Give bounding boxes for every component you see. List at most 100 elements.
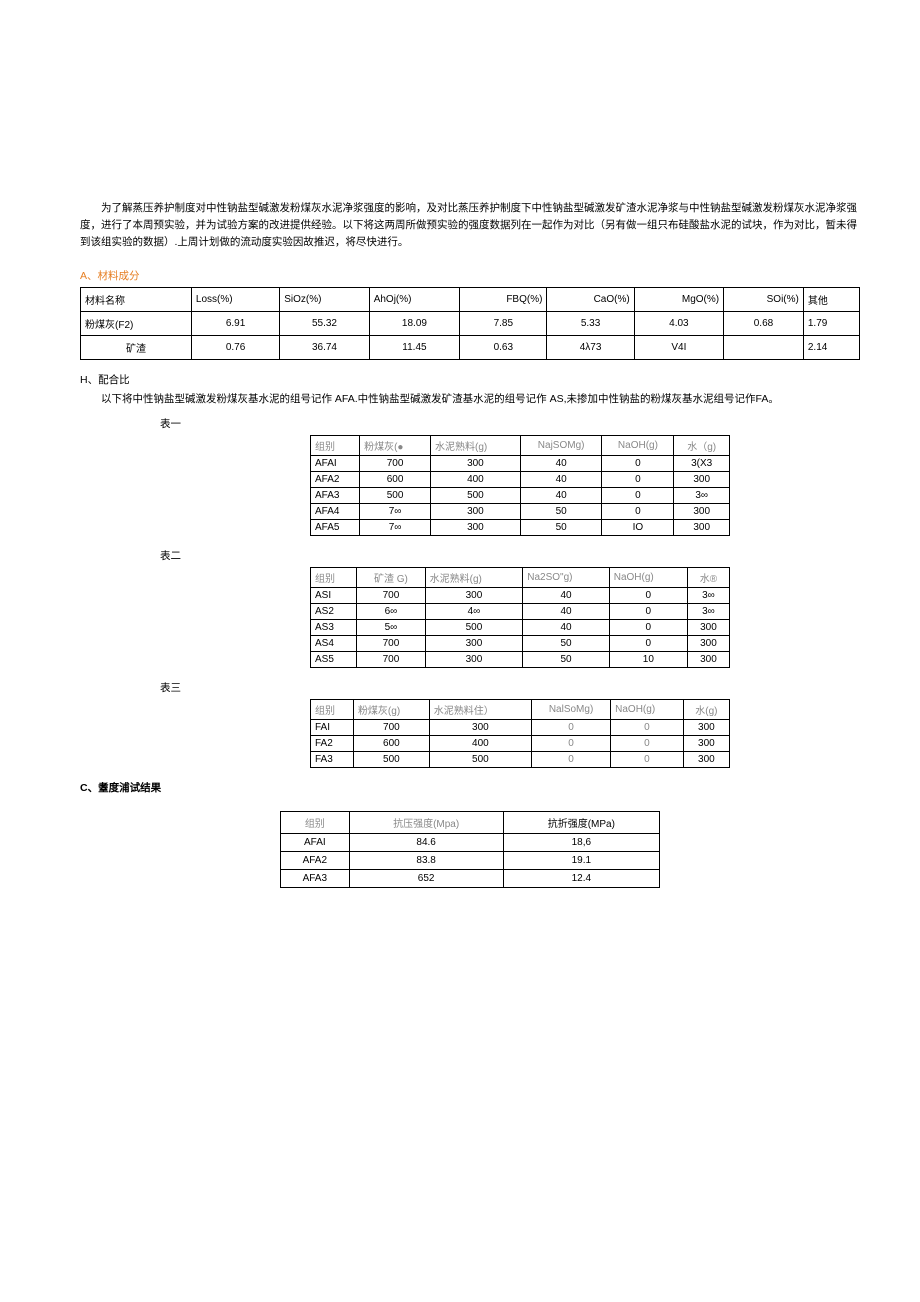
cell: 300: [674, 472, 730, 488]
cell: 4λ73: [547, 336, 634, 360]
cell: 0: [609, 636, 687, 652]
cell: 300: [431, 456, 521, 472]
cell: 500: [360, 488, 431, 504]
cell: 4.03: [634, 312, 723, 336]
cell: 0: [531, 720, 610, 736]
col-header: 组别: [311, 568, 357, 588]
intro-paragraph: 为了解蒸压养护制度对中性钠盐型碱激发粉煤灰水泥净浆强度的影响，及对比蒸压养护制度…: [80, 200, 860, 250]
col-header: MgO(%): [634, 288, 723, 312]
col-header: 水（g): [674, 436, 730, 456]
config-note: 以下将中性钠盐型碱激发粉煤灰基水泥的组号记作 AFA.中性钠盐型碱激发矿渣基水泥…: [80, 391, 860, 408]
cell: 40: [523, 604, 609, 620]
col-header: NaOH(g): [611, 700, 684, 720]
col-header: 其他: [803, 288, 859, 312]
cell: 40: [520, 488, 602, 504]
table-row: 组别 抗压强度(Mpa) 抗折强度(MPa): [281, 812, 660, 834]
cell: 0: [609, 604, 687, 620]
cell: 0: [602, 472, 674, 488]
cell: 3∞: [687, 588, 729, 604]
cell: 40: [520, 456, 602, 472]
cell: 300: [429, 720, 531, 736]
cell: 7.85: [460, 312, 547, 336]
col-header: 水泥熟料住）: [429, 700, 531, 720]
cell: 700: [357, 636, 425, 652]
cell: 300: [683, 736, 729, 752]
cell: 700: [353, 720, 429, 736]
cell: 700: [357, 588, 425, 604]
cell: AFAI: [281, 834, 350, 852]
table-3-label: 表三: [160, 680, 860, 695]
table-1-label: 表一: [160, 416, 860, 431]
cell: 5.33: [547, 312, 634, 336]
cell: 7∞: [360, 504, 431, 520]
cell: 300: [431, 504, 521, 520]
cell: 700: [360, 456, 431, 472]
cell: IO: [602, 520, 674, 536]
col-header: 矿渣 G): [357, 568, 425, 588]
material-composition-table: 材料名称 Loss(%) SiOz(%) AhOj(%) FBQ(%) CaO(…: [80, 287, 860, 360]
cell: AS2: [311, 604, 357, 620]
cell: 83.8: [349, 852, 503, 870]
cell: 400: [429, 736, 531, 752]
cell: AFA2: [311, 472, 360, 488]
table-row: AS35∞500400300: [311, 620, 730, 636]
cell: 300: [687, 636, 729, 652]
cell: FA3: [311, 752, 354, 768]
table-row: AFA57∞30050IO300: [311, 520, 730, 536]
cell: 12.4: [503, 870, 659, 888]
cell: AS4: [311, 636, 357, 652]
cell: 18,6: [503, 834, 659, 852]
col-header: NalSoMg): [531, 700, 610, 720]
cell: 10: [609, 652, 687, 668]
col-header: 抗压强度(Mpa): [349, 812, 503, 834]
cell: 500: [425, 620, 523, 636]
cell: AS3: [311, 620, 357, 636]
col-header: NaOH(g): [602, 436, 674, 456]
mix-table-1: 组别 粉煤灰(● 水泥熟料(g) NajSOMg) NaOH(g) 水（g) A…: [310, 435, 730, 536]
cell: 1.79: [803, 312, 859, 336]
table-row: AFA35005004003∞: [311, 488, 730, 504]
cell: 0: [611, 720, 684, 736]
cell: 0: [531, 736, 610, 752]
cell: V4I: [634, 336, 723, 360]
cell: 0.63: [460, 336, 547, 360]
cell: FA2: [311, 736, 354, 752]
col-header: Loss(%): [191, 288, 279, 312]
cell: 0: [611, 752, 684, 768]
col-header: 材料名称: [81, 288, 192, 312]
cell: 600: [353, 736, 429, 752]
table-2-label: 表二: [160, 548, 860, 563]
cell: 600: [360, 472, 431, 488]
cell: 0: [602, 456, 674, 472]
cell: 400: [431, 472, 521, 488]
col-header: 水泥熟料(g): [431, 436, 521, 456]
table-row: AFA365212.4: [281, 870, 660, 888]
section-h-title: H、配合比: [80, 372, 860, 387]
cell: 0: [602, 504, 674, 520]
cell: 6.91: [191, 312, 279, 336]
cell: 300: [683, 720, 729, 736]
cell: 55.32: [280, 312, 369, 336]
cell: 7∞: [360, 520, 431, 536]
cell: AFA5: [311, 520, 360, 536]
cell: AFA3: [281, 870, 350, 888]
cell: 300: [687, 620, 729, 636]
col-header: 粉煤灰(g): [353, 700, 429, 720]
section-c-title: C、耋度浦试结果: [80, 780, 860, 795]
cell: 652: [349, 870, 503, 888]
cell: 50: [520, 504, 602, 520]
cell: 0.76: [191, 336, 279, 360]
col-header: 水®: [687, 568, 729, 588]
table-row: ASI7003004003∞: [311, 588, 730, 604]
table-row: FAI70030000300: [311, 720, 730, 736]
col-header: 组别: [311, 436, 360, 456]
mix-table-2: 组别 矿渣 G) 水泥熟料(g) Na2SO"g) NaOH(g) 水® ASI…: [310, 567, 730, 668]
cell: 36.74: [280, 336, 369, 360]
cell: 84.6: [349, 834, 503, 852]
table-row: AFAI84.618,6: [281, 834, 660, 852]
table-row: FA260040000300: [311, 736, 730, 752]
section-a-title: A、材料成分: [80, 268, 860, 283]
cell: 300: [425, 652, 523, 668]
col-header: 水泥熟料(g): [425, 568, 523, 588]
col-header: FBQ(%): [460, 288, 547, 312]
